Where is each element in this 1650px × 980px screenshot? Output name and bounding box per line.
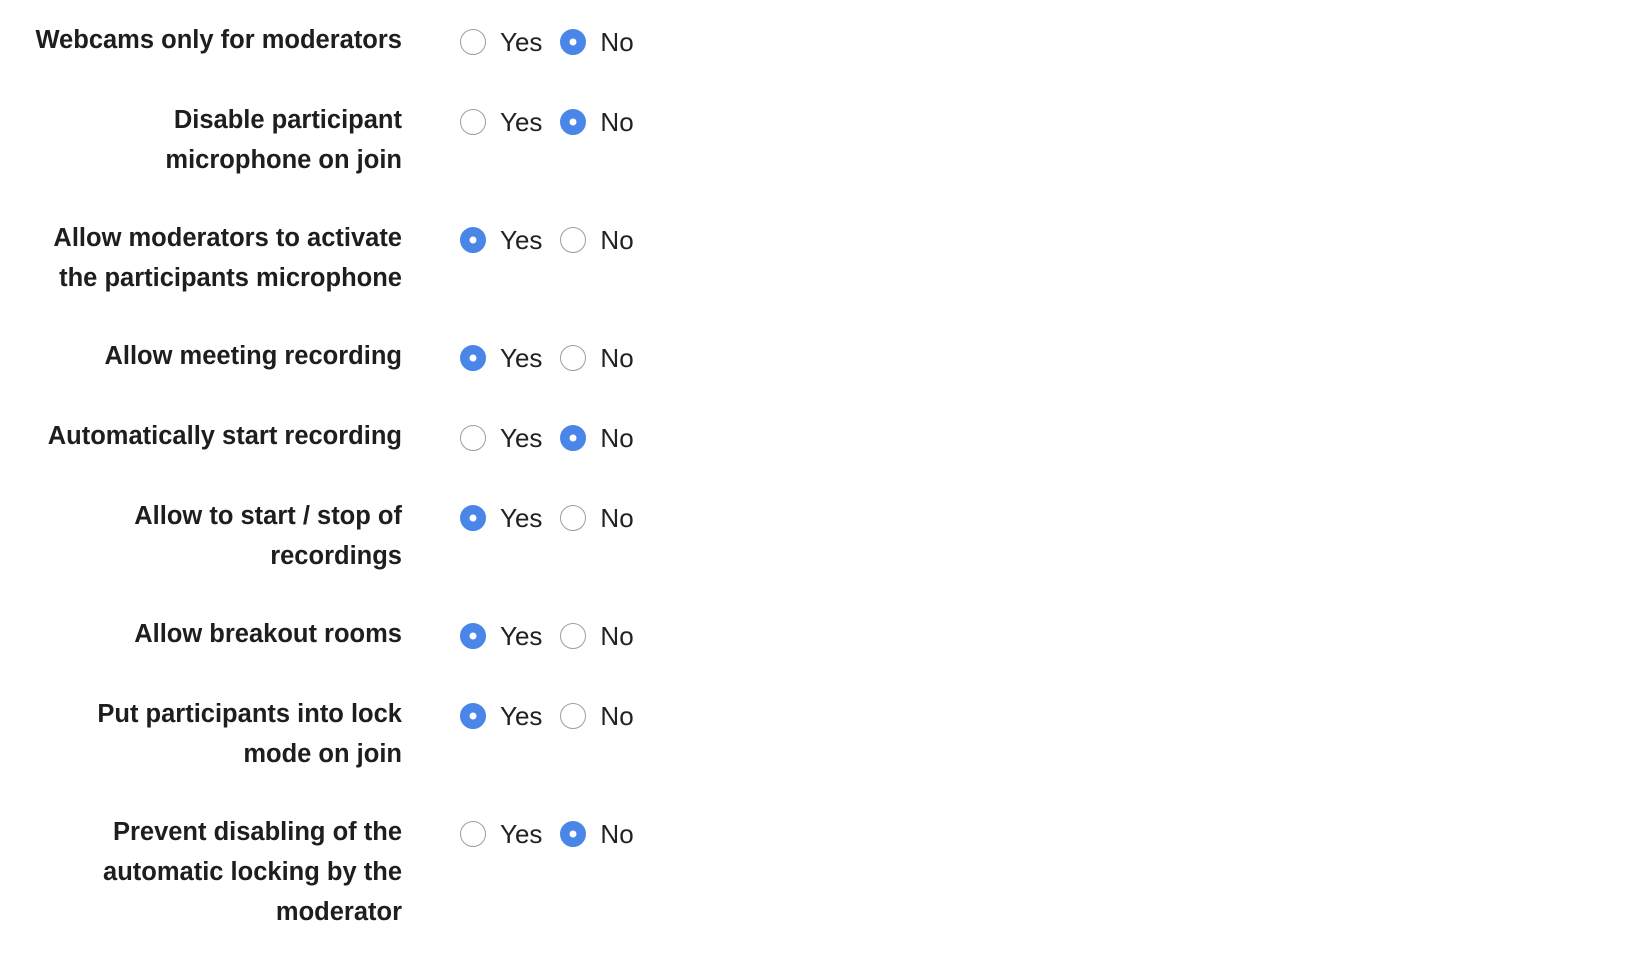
yes-option[interactable]: Yes	[460, 343, 542, 374]
setting-auto-start-recording: Automatically start recording Yes No	[0, 416, 1650, 496]
setting-allow-breakout-rooms: Allow breakout rooms Yes No	[0, 614, 1650, 694]
no-radio[interactable]	[560, 623, 587, 649]
meeting-settings-form: Webcams only for moderators Yes No Disab…	[0, 0, 1650, 968]
setting-lock-mode-on-join: Put participants into lock mode on join …	[0, 694, 1650, 812]
yes-radio[interactable]	[460, 227, 486, 253]
yes-label[interactable]: Yes	[500, 503, 542, 534]
setting-label: Allow moderators to activate the partici…	[53, 224, 402, 292]
setting-webcams-only-moderators: Webcams only for moderators Yes No	[0, 20, 1650, 100]
yes-label[interactable]: Yes	[500, 343, 542, 374]
no-radio[interactable]	[560, 821, 587, 847]
yes-option[interactable]: Yes	[460, 819, 542, 850]
setting-label: Automatically start recording	[47, 422, 402, 450]
no-label[interactable]: No	[600, 621, 633, 652]
setting-start-stop-recordings: Allow to start / stop of recordings Yes …	[0, 496, 1650, 614]
no-option[interactable]: No	[560, 819, 634, 850]
yes-radio[interactable]	[460, 505, 486, 531]
yes-option[interactable]: Yes	[460, 503, 542, 534]
setting-label: Allow meeting recording	[104, 342, 402, 370]
radio-group: Yes No	[460, 614, 634, 658]
yes-radio[interactable]	[460, 425, 486, 451]
no-radio[interactable]	[560, 109, 587, 135]
no-option[interactable]: No	[560, 701, 634, 732]
no-label[interactable]: No	[600, 343, 633, 374]
setting-moderators-activate-mic: Allow moderators to activate the partici…	[0, 218, 1650, 336]
no-option[interactable]: No	[560, 621, 634, 652]
no-label[interactable]: No	[600, 107, 633, 138]
yes-radio[interactable]	[460, 821, 486, 847]
yes-option[interactable]: Yes	[460, 107, 542, 138]
no-label[interactable]: No	[600, 819, 633, 850]
radio-group: Yes No	[460, 20, 634, 64]
yes-radio[interactable]	[460, 703, 486, 729]
yes-label[interactable]: Yes	[500, 701, 542, 732]
yes-radio[interactable]	[460, 345, 486, 371]
no-option[interactable]: No	[560, 225, 634, 256]
no-radio[interactable]	[560, 345, 587, 371]
radio-group: Yes No	[460, 694, 634, 738]
radio-group: Yes No	[460, 812, 634, 856]
no-option[interactable]: No	[560, 343, 634, 374]
setting-prevent-disable-auto-lock: Prevent disabling of the automatic locki…	[0, 812, 1650, 968]
setting-label: Put participants into lock mode on join	[97, 700, 402, 768]
yes-label[interactable]: Yes	[500, 27, 542, 58]
no-label[interactable]: No	[600, 423, 633, 454]
yes-label[interactable]: Yes	[500, 819, 542, 850]
yes-option[interactable]: Yes	[460, 225, 542, 256]
no-option[interactable]: No	[560, 423, 634, 454]
yes-label[interactable]: Yes	[500, 621, 542, 652]
yes-label[interactable]: Yes	[500, 107, 542, 138]
radio-group: Yes No	[460, 336, 634, 380]
yes-radio[interactable]	[460, 29, 486, 55]
no-option[interactable]: No	[560, 27, 634, 58]
no-option[interactable]: No	[560, 503, 634, 534]
yes-option[interactable]: Yes	[460, 423, 542, 454]
radio-group: Yes No	[460, 416, 634, 460]
yes-option[interactable]: Yes	[460, 621, 542, 652]
no-radio[interactable]	[560, 29, 587, 55]
yes-option[interactable]: Yes	[460, 701, 542, 732]
no-radio[interactable]	[560, 227, 587, 253]
setting-label: Allow breakout rooms	[134, 620, 402, 648]
setting-label: Allow to start / stop of recordings	[134, 502, 402, 570]
setting-label: Disable participant microphone on join	[165, 106, 402, 174]
yes-radio[interactable]	[460, 623, 486, 649]
radio-group: Yes No	[460, 218, 634, 262]
setting-label: Prevent disabling of the automatic locki…	[103, 818, 402, 926]
no-radio[interactable]	[560, 505, 587, 531]
yes-label[interactable]: Yes	[500, 423, 542, 454]
no-label[interactable]: No	[600, 503, 633, 534]
radio-group: Yes No	[460, 100, 634, 144]
no-label[interactable]: No	[600, 225, 633, 256]
no-radio[interactable]	[560, 703, 587, 729]
radio-group: Yes No	[460, 496, 634, 540]
no-radio[interactable]	[560, 425, 587, 451]
no-option[interactable]: No	[560, 107, 634, 138]
no-label[interactable]: No	[600, 27, 633, 58]
setting-label: Webcams only for moderators	[35, 26, 402, 54]
yes-radio[interactable]	[460, 109, 486, 135]
setting-allow-meeting-recording: Allow meeting recording Yes No	[0, 336, 1650, 416]
yes-label[interactable]: Yes	[500, 225, 542, 256]
no-label[interactable]: No	[600, 701, 633, 732]
yes-option[interactable]: Yes	[460, 27, 542, 58]
setting-disable-mic-on-join: Disable participant microphone on join Y…	[0, 100, 1650, 218]
